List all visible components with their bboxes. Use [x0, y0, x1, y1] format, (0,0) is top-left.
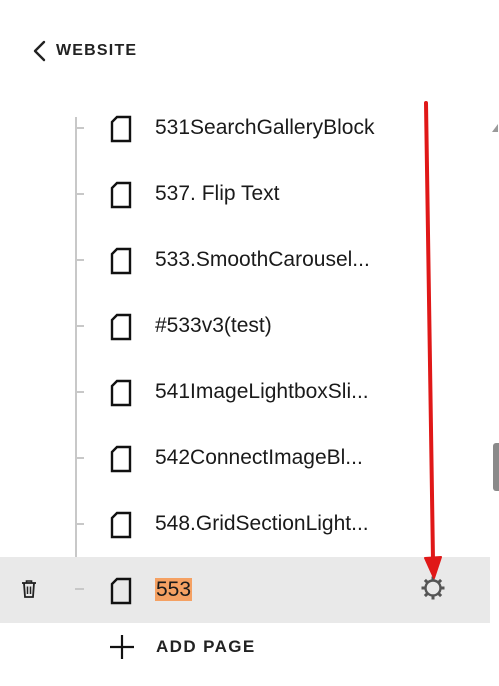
page-label: 531SearchGalleryBlock [155, 116, 375, 139]
page-row[interactable]: #533v3(test) [0, 293, 490, 359]
page-label: 542ConnectImageBl... [155, 446, 363, 469]
trash-icon[interactable] [20, 579, 38, 599]
page-row-selected[interactable]: 553 [0, 557, 490, 623]
scrollbar-thumb[interactable] [493, 443, 499, 491]
page-row[interactable]: 531SearchGalleryBlock [0, 95, 490, 161]
page-label: 541ImageLightboxSli... [155, 380, 369, 403]
back-label: WEBSITE [56, 42, 138, 59]
scroll-up-arrow-icon[interactable] [490, 120, 499, 134]
tree-tick [75, 193, 84, 195]
page-icon [110, 247, 132, 275]
page-icon [110, 115, 132, 143]
page-row[interactable]: 542ConnectImageBl... [0, 425, 490, 491]
page-icon [110, 445, 132, 473]
plus-icon [110, 635, 134, 659]
add-page-button[interactable]: ADD PAGE [108, 630, 256, 664]
tree-tick [75, 259, 84, 261]
page-label-highlighted: 553 [155, 578, 193, 601]
tree-tick [75, 588, 84, 590]
page-label: 553 [155, 577, 193, 603]
back-to-website-button[interactable]: WEBSITE [32, 38, 137, 64]
page-label: #533v3(test) [155, 314, 272, 337]
page-label: 537. Flip Text [155, 182, 280, 205]
tree-tick [75, 391, 84, 393]
tree-tick [75, 457, 84, 459]
page-icon [110, 379, 132, 407]
tree-tick [75, 127, 84, 129]
page-icon [110, 181, 132, 209]
page-row[interactable]: 537. Flip Text [0, 161, 490, 227]
page-label: 533.SmoothCarousel... [155, 248, 370, 271]
page-row[interactable]: 533.SmoothCarousel... [0, 227, 490, 293]
page-icon [110, 313, 132, 341]
page-icon [110, 577, 132, 605]
gear-icon[interactable] [418, 573, 448, 603]
page-icon [110, 511, 132, 539]
page-label: 548.GridSectionLight... [155, 512, 369, 535]
add-page-label: ADD PAGE [156, 637, 256, 656]
page-row[interactable]: 541ImageLightboxSli... [0, 359, 490, 425]
page-row[interactable]: 548.GridSectionLight... [0, 491, 490, 557]
chevron-left-icon [33, 40, 46, 62]
tree-tick [75, 523, 84, 525]
tree-tick [75, 325, 84, 327]
